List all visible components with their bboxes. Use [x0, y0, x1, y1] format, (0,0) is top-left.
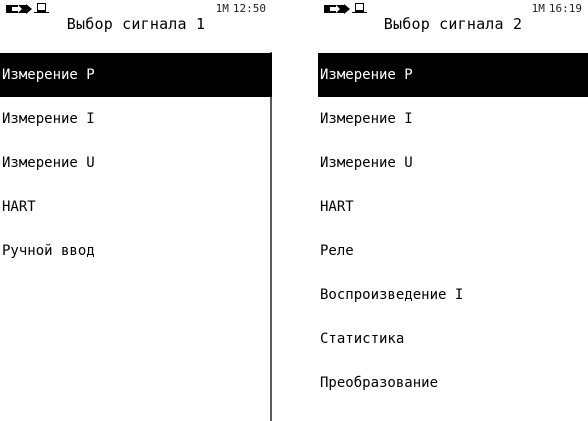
signal-menu: Измерение P Измерение I Измерение U HART… — [0, 53, 272, 273]
battery-icon — [6, 4, 32, 14]
menu-item-measure-u[interactable]: Измерение U — [0, 141, 272, 185]
menu-item-statistics[interactable]: Статистика — [318, 317, 588, 361]
menu-item-measure-i[interactable]: Измерение I — [0, 97, 272, 141]
device-screen-right: 1M 16:19 Выбор сигнала 2 Измерение P Изме… — [318, 0, 588, 421]
menu-item-conversion[interactable]: Преобразование — [318, 361, 588, 405]
menu-item-hart[interactable]: HART — [318, 185, 588, 229]
usb-icon — [34, 3, 49, 13]
menu-item-measure-p[interactable]: Измерение P — [318, 53, 588, 97]
menu-item-measure-u[interactable]: Измерение U — [318, 141, 588, 185]
menu-item-relay[interactable]: Реле — [318, 229, 588, 273]
menu-item-measure-p[interactable]: Измерение P — [0, 53, 272, 97]
battery-icon — [324, 4, 350, 14]
menu-item-generate-i[interactable]: Воспроизведение I — [318, 273, 588, 317]
signal-menu: Измерение P Измерение I Измерение U HART… — [318, 53, 588, 405]
menu-item-manual-input[interactable]: Ручной ввод — [0, 229, 272, 273]
usb-icon — [352, 3, 367, 13]
device-screen-left: 1M 12:50 Выбор сигнала 1 Измерение P Изме… — [0, 0, 272, 421]
menu-item-measure-i[interactable]: Измерение I — [318, 97, 588, 141]
page-title: Выбор сигнала 1 — [66, 15, 206, 33]
page-title: Выбор сигнала 2 — [383, 15, 523, 33]
menu-item-hart[interactable]: HART — [0, 185, 272, 229]
